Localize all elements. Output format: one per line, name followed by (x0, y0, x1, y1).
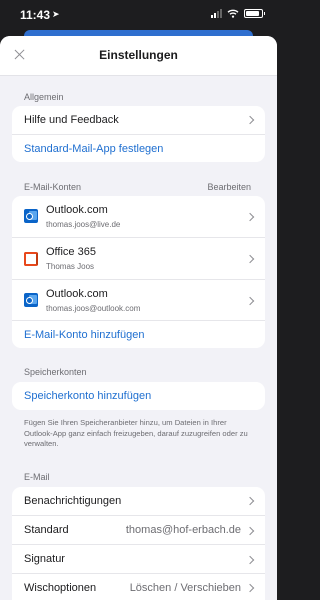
wifi-icon (227, 9, 239, 18)
storage-card: Speicherkonto hinzufügen (12, 382, 265, 410)
battery-icon (244, 9, 265, 18)
default-mail-app-row[interactable]: Standard-Mail-App festlegen (12, 134, 265, 162)
account-row[interactable]: Office 365 Thomas Joos (12, 237, 265, 279)
help-feedback-label: Hilfe und Feedback (24, 114, 119, 126)
account-email: Thomas Joos (46, 262, 95, 271)
page-title: Einstellungen (99, 48, 178, 62)
chevron-right-icon (245, 496, 255, 506)
account-email: thomas.joos@outlook.com (46, 304, 141, 313)
chevron-right-icon (245, 555, 255, 565)
email-card: Benachrichtigungen Standard thomas@hof-e… (12, 487, 265, 600)
sheet-header: Einstellungen (0, 36, 277, 76)
status-time: 11:43 (20, 8, 51, 22)
signature-row[interactable]: Signatur (12, 544, 265, 573)
notifications-label: Benachrichtigungen (24, 495, 122, 507)
general-card: Hilfe und Feedback Standard-Mail-App fes… (12, 106, 265, 162)
section-label-general: Allgemein (24, 92, 64, 102)
default-account-label: Standard (24, 524, 69, 536)
account-name: Office 365 (46, 246, 96, 258)
help-feedback-row[interactable]: Hilfe und Feedback (12, 106, 265, 134)
chevron-right-icon (245, 296, 255, 306)
chevron-right-icon (245, 254, 255, 264)
outlook-icon (24, 209, 38, 223)
settings-sheet: Einstellungen Allgemein Hilfe und Feedba… (0, 36, 277, 600)
location-icon: ➤ (52, 9, 60, 19)
section-label-storage: Speicherkonten (24, 367, 87, 377)
office365-icon (24, 252, 38, 266)
swipe-options-label: Wischoptionen (24, 582, 97, 594)
accounts-card: Outlook.com thomas.joos@live.de Office 3… (12, 196, 265, 348)
notifications-row[interactable]: Benachrichtigungen (12, 487, 265, 515)
account-name: Outlook.com (46, 204, 108, 216)
account-row[interactable]: Outlook.com thomas.joos@outlook.com (12, 279, 265, 320)
signal-icon (211, 9, 222, 18)
chevron-right-icon (245, 212, 255, 222)
status-bar: 11:43 ➤ (0, 0, 277, 30)
status-icons (211, 9, 265, 18)
default-account-value: thomas@hof-erbach.de (125, 524, 241, 536)
swipe-options-value: Löschen / Verschieben (129, 582, 241, 594)
outlook-icon (24, 293, 38, 307)
chevron-right-icon (245, 526, 255, 536)
section-label-accounts: E-Mail-Konten (24, 182, 82, 192)
account-name: Outlook.com (46, 288, 108, 300)
add-email-account-link[interactable]: E-Mail-Konto hinzufügen (24, 329, 144, 341)
default-mail-app-link[interactable]: Standard-Mail-App festlegen (24, 143, 163, 155)
add-storage-account-row[interactable]: Speicherkonto hinzufügen (12, 382, 265, 410)
chevron-right-icon (245, 115, 255, 125)
add-storage-account-link[interactable]: Speicherkonto hinzufügen (24, 390, 151, 402)
chevron-right-icon (245, 583, 255, 593)
edit-accounts-button[interactable]: Bearbeiten (207, 182, 251, 192)
default-account-row[interactable]: Standard thomas@hof-erbach.de (12, 515, 265, 544)
signature-label: Signatur (24, 553, 65, 565)
account-row[interactable]: Outlook.com thomas.joos@live.de (12, 196, 265, 237)
account-email: thomas.joos@live.de (46, 220, 121, 229)
swipe-options-row[interactable]: Wischoptionen Löschen / Verschieben (12, 573, 265, 600)
section-label-email: E-Mail (24, 472, 50, 482)
storage-info-text: Fügen Sie Ihren Speicheranbieter hinzu, … (24, 418, 248, 448)
add-email-account-row[interactable]: E-Mail-Konto hinzufügen (12, 320, 265, 348)
